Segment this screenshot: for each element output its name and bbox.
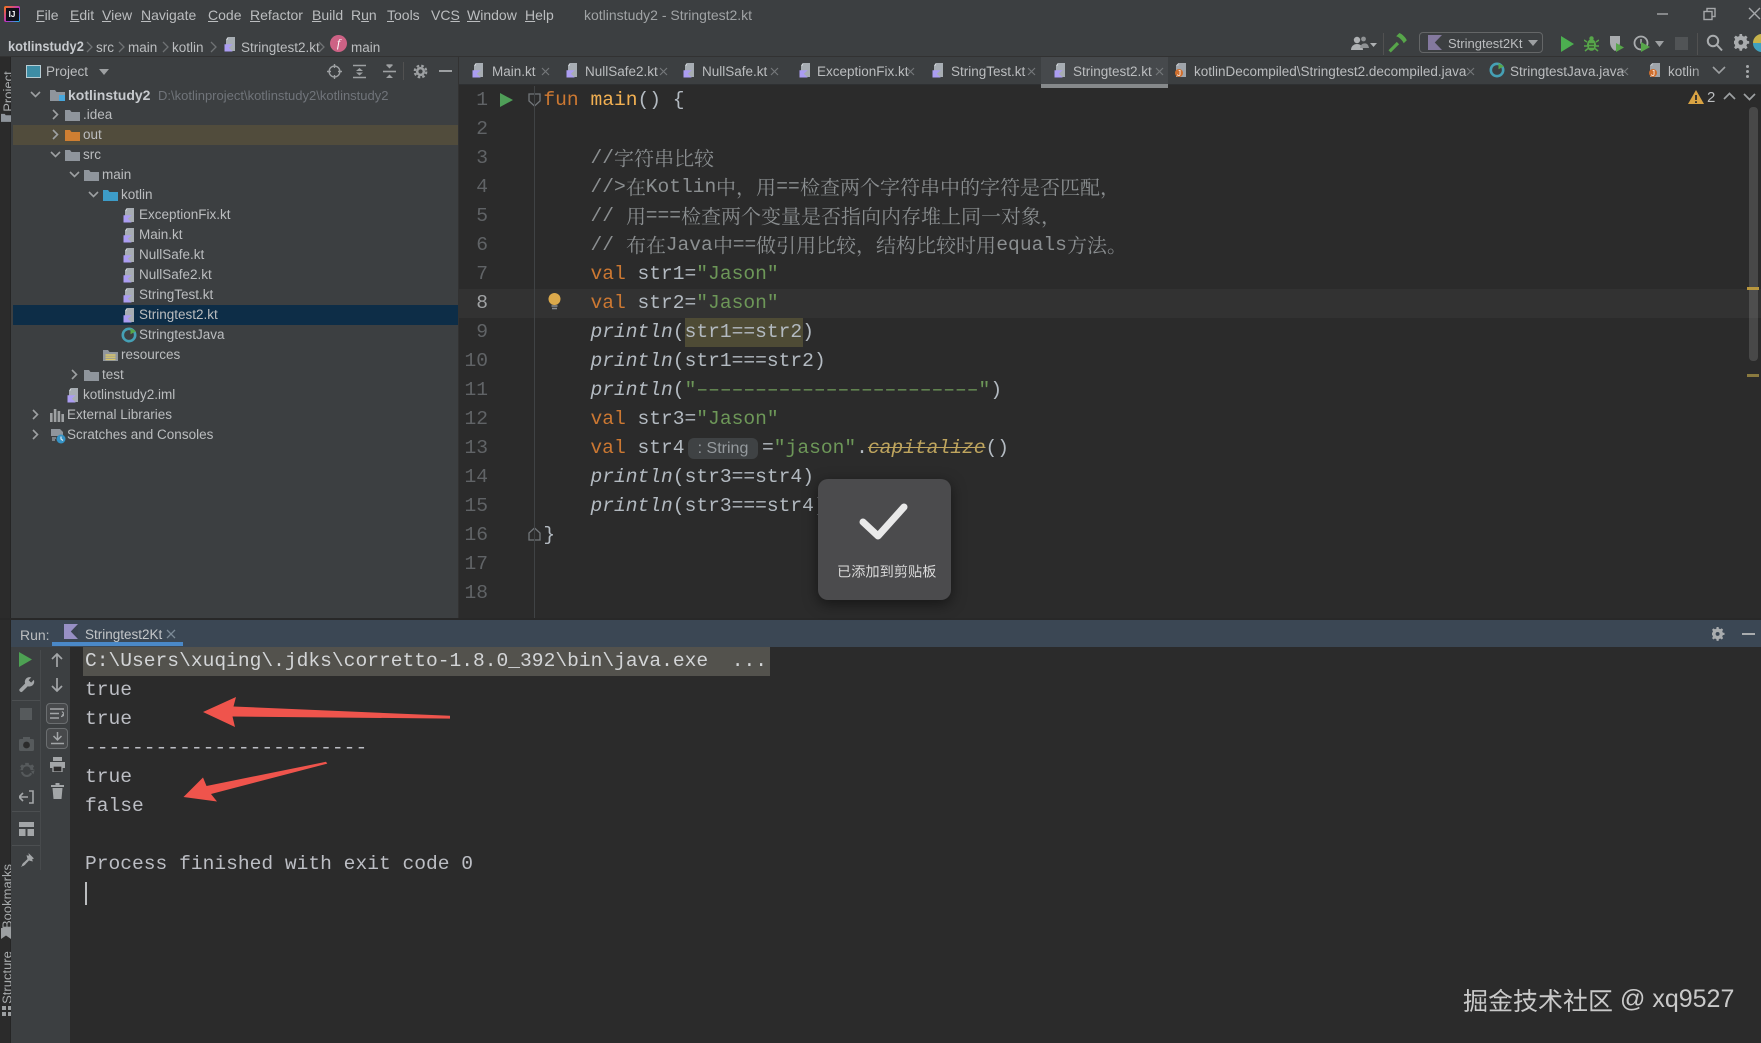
svg-text:J: J: [1177, 69, 1181, 78]
svg-text:J: J: [1651, 69, 1655, 78]
